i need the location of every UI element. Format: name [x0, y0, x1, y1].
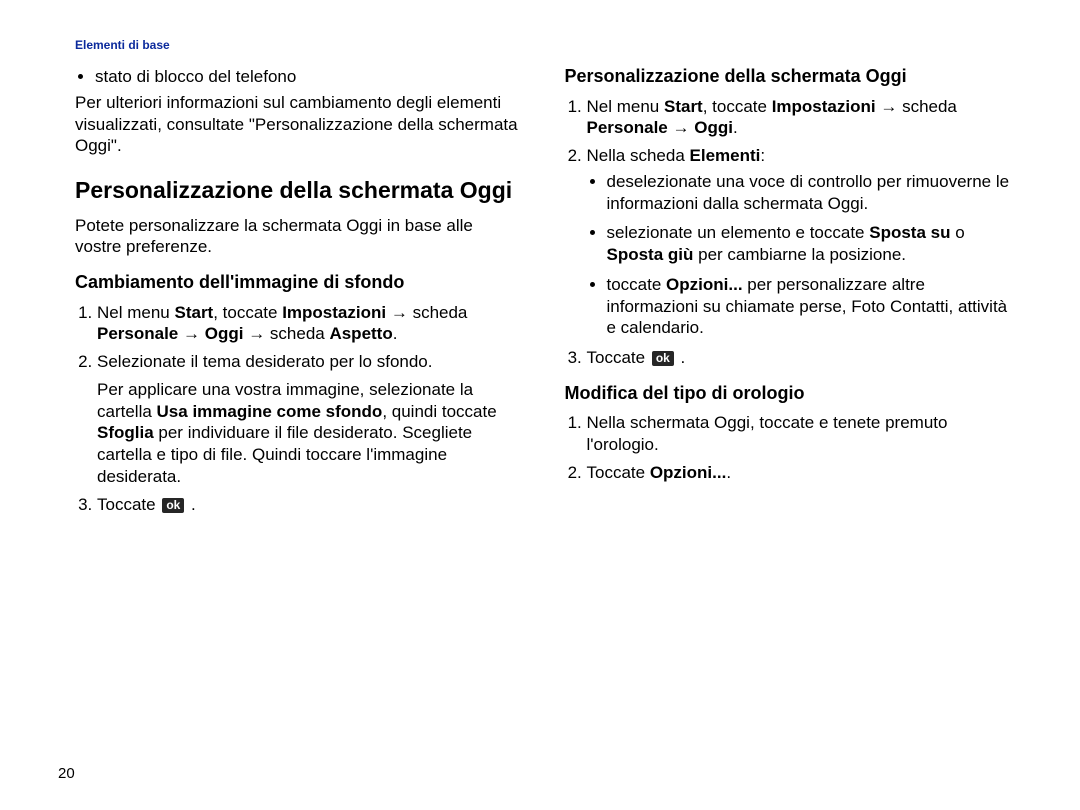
arrow-icon: →	[673, 118, 690, 137]
text: .	[733, 118, 738, 137]
text: scheda	[897, 97, 957, 116]
bold: Aspetto	[329, 324, 392, 343]
text: , quindi toccate	[382, 402, 496, 421]
heading-personalize-today-screen: Personalizzazione della schermata Oggi	[565, 66, 1011, 88]
text: Toccate	[587, 348, 650, 367]
sub-bullet-list: deselezionate una voce di controllo per …	[587, 171, 1011, 339]
bullet-item: deselezionate una voce di controllo per …	[607, 171, 1011, 215]
bold: Oggi	[205, 324, 244, 343]
ok-icon: ok	[162, 498, 184, 513]
text: .	[186, 495, 195, 514]
heading-clock-type: Modifica del tipo di orologio	[565, 383, 1011, 405]
ok-icon: ok	[652, 351, 674, 366]
text: per individuare il file desiderato. Sceg…	[97, 423, 472, 486]
paragraph: Potete personalizzare la schermata Oggi …	[75, 215, 521, 259]
ordered-list: Nella schermata Oggi, toccate e tenete p…	[565, 412, 1011, 483]
text: per cambiarne la posizione.	[693, 245, 906, 264]
step: Nella scheda Elementi: deselezionate una…	[587, 145, 1011, 339]
bold: Sposta su	[869, 223, 950, 242]
step: Toccate Opzioni....	[587, 462, 1011, 484]
text: selezionate un elemento e toccate	[607, 223, 870, 242]
page-number: 20	[58, 765, 75, 782]
bullet-item: selezionate un elemento e toccate Sposta…	[607, 222, 1011, 266]
bold: Opzioni...	[666, 275, 743, 294]
bullet-list: stato di blocco del telefono	[75, 66, 521, 88]
step: Toccate ok .	[97, 494, 521, 516]
heading-personalize-today: Personalizzazione della schermata Oggi	[75, 177, 521, 205]
bold: Usa immagine come sfondo	[157, 402, 383, 421]
bold: Start	[664, 97, 703, 116]
step: Toccate ok .	[587, 347, 1011, 369]
bold: Impostazioni	[282, 303, 386, 322]
manual-page: Elementi di base stato di blocco del tel…	[0, 0, 1080, 810]
bold: Opzioni...	[650, 463, 727, 482]
bold: Personale	[587, 118, 668, 137]
text: Nel menu	[587, 97, 664, 116]
text: scheda	[265, 324, 329, 343]
bold: Oggi	[694, 118, 733, 137]
text: Selezionate il tema desiderato per lo sf…	[97, 352, 432, 371]
text: Toccate	[587, 463, 650, 482]
arrow-icon: →	[248, 324, 265, 343]
text: :	[760, 146, 765, 165]
arrow-icon: →	[391, 303, 408, 322]
left-column: stato di blocco del telefono Per ulterio…	[75, 66, 521, 521]
section-header: Elementi di base	[75, 38, 1010, 52]
step: Nel menu Start, toccate Impostazioni → s…	[587, 96, 1011, 140]
text: toccate	[607, 275, 667, 294]
bold: Sfoglia	[97, 423, 154, 442]
bold: Start	[174, 303, 213, 322]
text: .	[393, 324, 398, 343]
arrow-icon: →	[183, 324, 200, 343]
bold: Elementi	[690, 146, 761, 165]
right-column: Personalizzazione della schermata Oggi N…	[565, 66, 1011, 521]
text: Nella scheda	[587, 146, 690, 165]
bullet-item: stato di blocco del telefono	[95, 66, 521, 88]
text: scheda	[408, 303, 468, 322]
two-column-layout: stato di blocco del telefono Per ulterio…	[75, 66, 1010, 521]
text: .	[676, 348, 685, 367]
ordered-list: Nel menu Start, toccate Impostazioni → s…	[75, 302, 521, 516]
arrow-icon: →	[880, 97, 897, 116]
bold: Impostazioni	[772, 97, 876, 116]
step: Selezionate il tema desiderato per lo sf…	[97, 351, 521, 488]
text: o	[950, 223, 964, 242]
paragraph: Per applicare una vostra immagine, selez…	[97, 379, 521, 488]
ordered-list: Nel menu Start, toccate Impostazioni → s…	[565, 96, 1011, 369]
step: Nel menu Start, toccate Impostazioni → s…	[97, 302, 521, 346]
text: Nel menu	[97, 303, 174, 322]
text: Toccate	[97, 495, 160, 514]
bullet-item: toccate Opzioni... per personalizzare al…	[607, 274, 1011, 339]
heading-change-background: Cambiamento dell'immagine di sfondo	[75, 272, 521, 294]
step: Nella schermata Oggi, toccate e tenete p…	[587, 412, 1011, 456]
text: .	[726, 463, 731, 482]
text: , toccate	[703, 97, 772, 116]
text: , toccate	[213, 303, 282, 322]
paragraph: Per ulteriori informazioni sul cambiamen…	[75, 92, 521, 157]
bold: Personale	[97, 324, 178, 343]
bold: Sposta giù	[607, 245, 694, 264]
